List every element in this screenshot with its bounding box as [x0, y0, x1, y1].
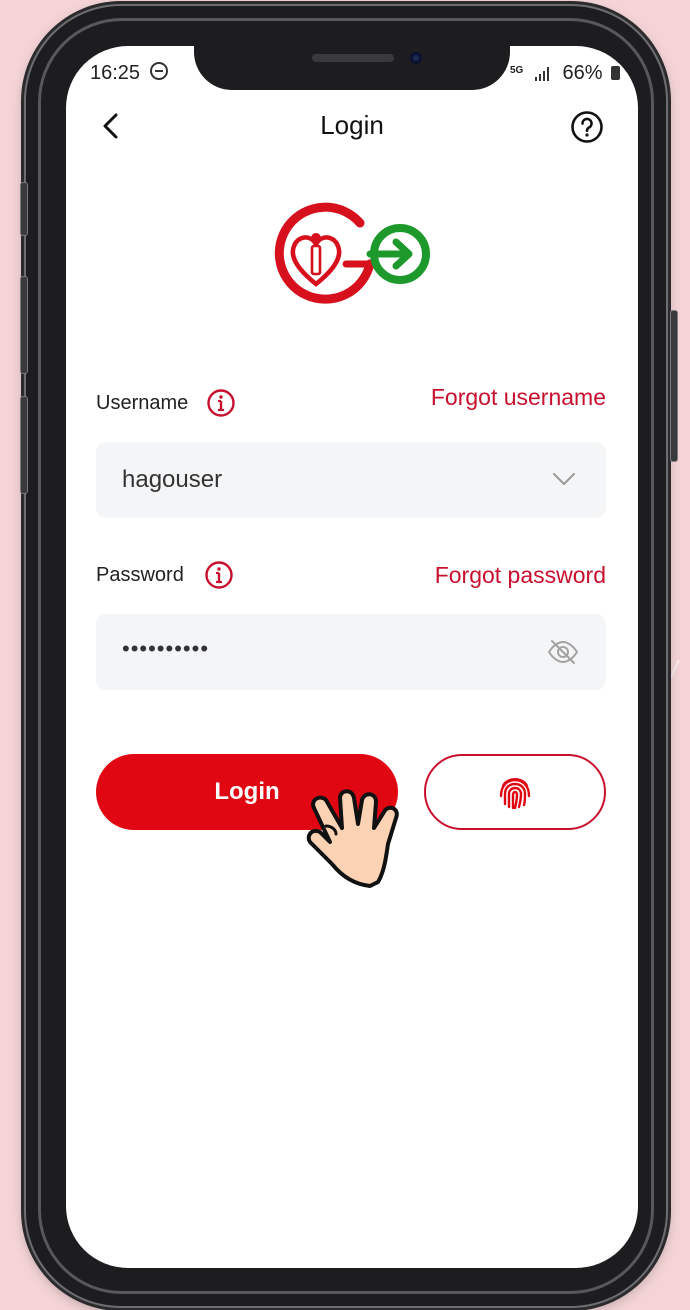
speaker-grille [312, 54, 394, 62]
info-circle-icon [205, 561, 233, 589]
forgot-password-link[interactable]: Forgot password [435, 562, 606, 589]
forgot-username-link[interactable]: Forgot username [431, 384, 606, 411]
front-camera [410, 52, 422, 64]
info-circle-icon [207, 389, 235, 417]
app-logo [268, 198, 436, 310]
signal-icon [534, 64, 551, 87]
volume-down-button [20, 396, 28, 494]
back-button[interactable] [98, 110, 126, 142]
volume-up-button [20, 276, 28, 374]
status-time: 16:25 [90, 62, 168, 85]
password-value: •••••••••• [122, 636, 210, 661]
chevron-down-icon[interactable] [552, 472, 576, 486]
page-title: Login [320, 110, 384, 140]
mute-switch [20, 182, 28, 236]
notch [194, 40, 510, 90]
username-info-button[interactable] [206, 388, 236, 418]
password-label: Password [96, 564, 184, 586]
fingerprint-login-button[interactable] [424, 754, 606, 830]
password-field[interactable]: •••••••••• [96, 614, 606, 690]
question-circle-icon [571, 111, 603, 143]
status-indicators: 5G 66% [510, 62, 621, 87]
fingerprint-icon [499, 778, 531, 810]
login-button-label: Login [214, 778, 280, 805]
battery-icon [611, 66, 621, 80]
do-not-disturb-icon [149, 62, 168, 80]
battery-percent: 66% [562, 62, 603, 84]
eye-slash-icon[interactable] [546, 638, 580, 666]
password-info-button[interactable] [204, 560, 234, 590]
chevron-left-icon [103, 113, 118, 139]
network-type: 5G [510, 65, 524, 76]
tap-hand-icon [296, 778, 420, 890]
username-value: hagouser [122, 466, 223, 493]
username-label: Username [96, 392, 189, 414]
help-button[interactable] [570, 110, 604, 144]
username-field[interactable]: hagouser [96, 442, 606, 518]
power-button [670, 310, 678, 462]
status-time-text: 16:25 [90, 62, 141, 84]
